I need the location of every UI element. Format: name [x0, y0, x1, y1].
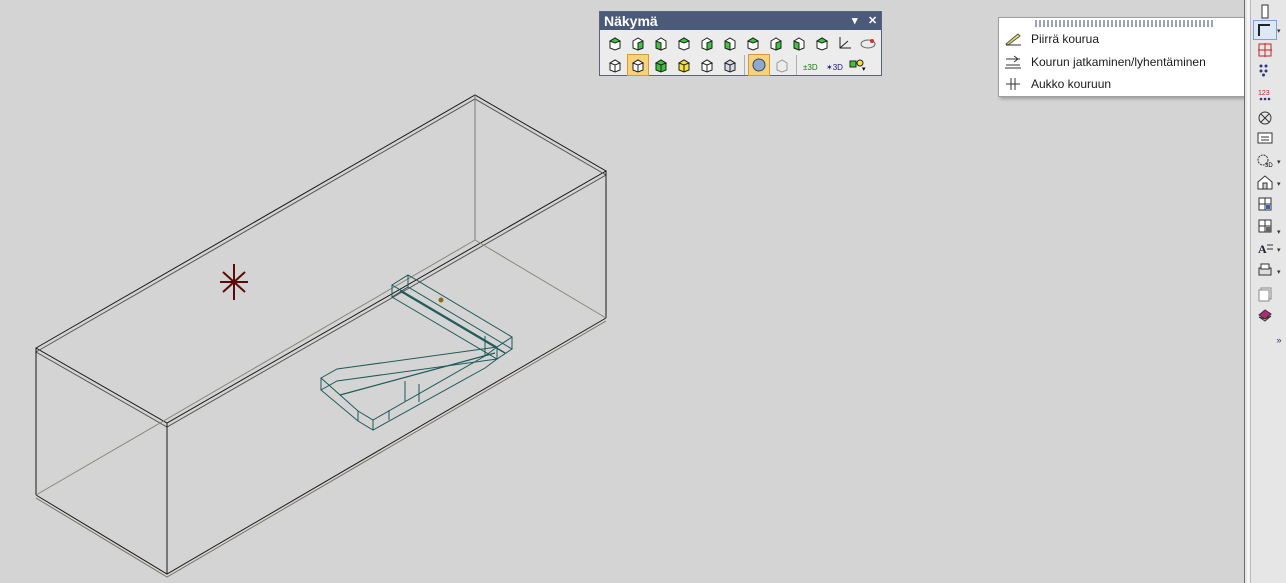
- stack-cube-icon[interactable]: [719, 54, 741, 76]
- ghost-cube-icon[interactable]: [771, 54, 793, 76]
- chevron-down-icon[interactable]: ▾: [1277, 158, 1281, 166]
- shaded-cube-icon[interactable]: [650, 54, 672, 76]
- view-cube-10-icon[interactable]: [811, 32, 833, 54]
- wireframe-cube-icon[interactable]: [604, 54, 626, 76]
- menu-item-extend-tray[interactable]: Kourun jatkaminen/lyhentäminen: [999, 51, 1249, 73]
- view-cube-6-icon[interactable]: [719, 32, 741, 54]
- ruler-icon[interactable]: [1253, 2, 1277, 22]
- red-cross-icon[interactable]: [1253, 40, 1277, 60]
- tray-menu: Piirrä kourua Kourun jatkaminen/lyhentäm…: [998, 17, 1250, 97]
- menu-item-tray-opening[interactable]: Aukko kouruun: [999, 73, 1249, 95]
- blue-dots-icon[interactable]: [1253, 60, 1277, 80]
- origin-marker-icon: [220, 264, 248, 300]
- numbering-icon[interactable]: 123: [1253, 86, 1277, 106]
- view-cube-4-icon[interactable]: [673, 32, 695, 54]
- svg-text:3D: 3D: [1265, 163, 1273, 168]
- book-icon[interactable]: [1253, 304, 1277, 324]
- 3d-rotate-icon[interactable]: ±3D: [800, 54, 822, 76]
- room-box: [34, 94, 608, 578]
- view-cube-8-icon[interactable]: [765, 32, 787, 54]
- pages-icon[interactable]: [1253, 284, 1277, 304]
- close-icon[interactable]: ✕: [868, 12, 877, 30]
- view-cube-7-icon[interactable]: [742, 32, 764, 54]
- svg-text:±3D: ±3D: [803, 63, 818, 72]
- ellipse-eye-icon[interactable]: [857, 32, 879, 54]
- font-a-icon[interactable]: A: [1253, 238, 1277, 258]
- chevron-down-icon[interactable]: ▾: [1277, 27, 1281, 35]
- grid-move-icon[interactable]: [1253, 194, 1277, 214]
- menu-item-draw-tray[interactable]: Piirrä kourua: [999, 28, 1249, 50]
- view-cube-3-icon[interactable]: [650, 32, 672, 54]
- axis-icon[interactable]: [834, 32, 856, 54]
- view-cube-1-icon[interactable]: [604, 32, 626, 54]
- view-cube-2-icon[interactable]: [627, 32, 649, 54]
- chevron-down-icon[interactable]: ▾: [1277, 246, 1281, 254]
- more-button[interactable]: »: [1274, 330, 1284, 350]
- toolbar-title: Näkymä: [604, 13, 658, 29]
- side-toolbar: 123 3D A ▾ ▾ ▾ ▾ ▾ ▾ »: [1244, 0, 1286, 583]
- toolbar-title-bar[interactable]: Näkymä ▾ ✕: [600, 12, 881, 30]
- menu-item-label: Kourun jatkaminen/lyhentäminen: [1031, 55, 1206, 69]
- menu-item-label: Aukko kouruun: [1031, 77, 1112, 91]
- chevron-down-icon[interactable]: ▾: [1277, 180, 1281, 188]
- chevron-down-icon[interactable]: ▾: [1277, 228, 1281, 236]
- cable-tray: [320, 274, 513, 431]
- sphere-render-icon[interactable]: [748, 54, 770, 76]
- tray-corner-icon[interactable]: [1253, 20, 1277, 40]
- house-icon[interactable]: [1253, 172, 1277, 192]
- extend-tray-icon: [999, 55, 1027, 69]
- view-cube-5-icon[interactable]: [696, 32, 718, 54]
- svg-text:✶3D: ✶3D: [826, 63, 843, 72]
- light-icon[interactable]: ▾: [846, 54, 868, 76]
- menu-item-label: Piirrä kourua: [1031, 32, 1100, 46]
- circle-x-icon[interactable]: [1253, 108, 1277, 128]
- text-box-icon[interactable]: [1253, 128, 1277, 148]
- gear-3d-icon[interactable]: 3D: [1253, 150, 1277, 170]
- yellow-cube-icon[interactable]: [673, 54, 695, 76]
- view-cube-9-icon[interactable]: [788, 32, 810, 54]
- outline-cube-icon[interactable]: [696, 54, 718, 76]
- svg-text:A: A: [1258, 242, 1267, 256]
- tray-anchor-point: [438, 297, 444, 303]
- chevron-down-icon[interactable]: ▾: [1277, 268, 1281, 276]
- menu-grip[interactable]: [1035, 20, 1213, 27]
- 3d-walk-icon[interactable]: ✶3D: [823, 54, 845, 76]
- grid-delete-icon[interactable]: [1253, 216, 1277, 236]
- svg-text:▾: ▾: [862, 66, 866, 73]
- tray-opening-icon: [999, 77, 1027, 91]
- toolbar-options-icon[interactable]: ▾: [852, 12, 858, 30]
- draw-tray-icon: [999, 32, 1027, 46]
- print-icon[interactable]: [1253, 260, 1277, 280]
- hidden-line-cube-icon[interactable]: [627, 54, 649, 76]
- view-toolbar[interactable]: Näkymä ▾ ✕ ±3D ✶3D ▾: [599, 11, 882, 76]
- svg-text:123: 123: [1258, 90, 1270, 97]
